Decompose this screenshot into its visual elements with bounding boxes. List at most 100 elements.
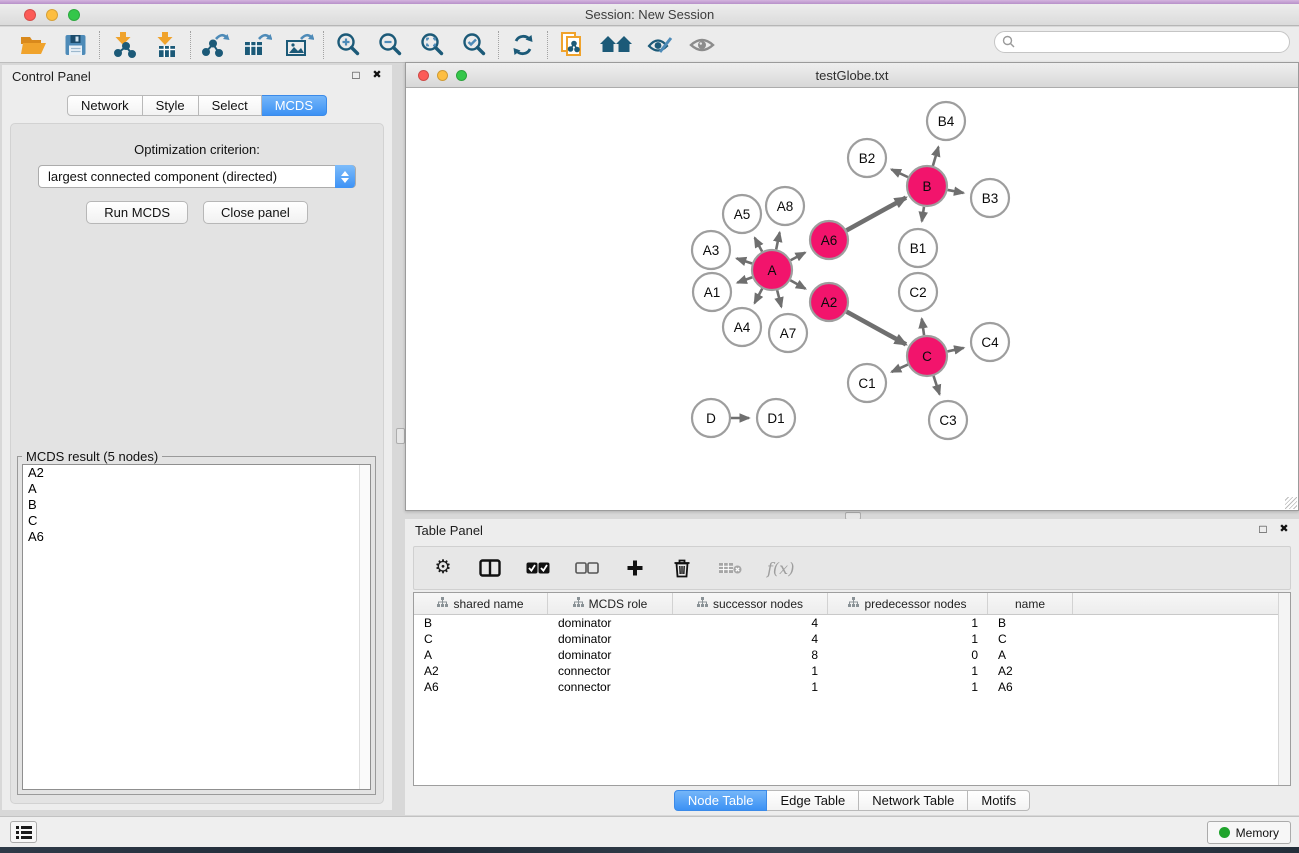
show-hide-graphics-details-button[interactable] [681,30,723,60]
deselect-all-columns-button[interactable] [575,556,599,580]
graph-edge-A-A4[interactable] [755,289,763,304]
save-session-button[interactable] [54,30,96,60]
cell-predecessor-nodes[interactable]: 1 [828,631,988,647]
graph-node-D1[interactable]: D1 [757,399,795,437]
delete-column-button[interactable] [671,556,693,580]
graph-edge-B-B3[interactable] [948,190,964,193]
tab-edge-table[interactable]: Edge Table [767,790,859,811]
refresh-layout-button[interactable] [502,30,544,60]
table-row[interactable]: Adominator80A [414,647,1290,663]
graph-edge-A-A1[interactable] [737,277,752,282]
cell-name[interactable]: C [988,631,1073,647]
close-table-panel-icon[interactable]: ✖ [1277,522,1291,536]
split-column-button[interactable] [479,556,501,580]
cell-name[interactable]: A2 [988,663,1073,679]
table-scrollbar[interactable] [1278,593,1290,785]
select-spinner-icon[interactable] [335,165,355,188]
show-task-history-button[interactable] [10,821,37,843]
graph-edge-A2-C[interactable] [847,312,906,345]
network-canvas[interactable]: AA1A3A5A8A4A7A6A2BB2B4B3B1CC2C4C1C3DD1 [406,89,1298,510]
cell-name[interactable]: B [988,615,1073,631]
column-header-successor-nodes[interactable]: successor nodes [673,593,828,614]
search-input[interactable] [994,31,1290,53]
table-row[interactable]: Bdominator41B [414,615,1290,631]
export-network-button[interactable] [194,30,236,60]
cell-successor-nodes[interactable]: 1 [673,663,828,679]
graph-node-A2[interactable]: A2 [810,283,848,321]
cell-MCDS-role[interactable]: connector [548,663,673,679]
table-settings-button[interactable]: ⚙ [432,556,454,580]
graph-node-B1[interactable]: B1 [899,229,937,267]
float-panel-icon[interactable]: □ [349,68,363,82]
graph-node-B2[interactable]: B2 [848,139,886,177]
graph-node-A6[interactable]: A6 [810,221,848,259]
graph-node-A[interactable]: A [752,250,792,290]
zoom-in-button[interactable] [327,30,369,60]
cell-shared-name[interactable]: A [414,647,548,663]
cell-predecessor-nodes[interactable]: 0 [828,647,988,663]
optimization-criterion-select[interactable]: largest connected component (directed) [38,165,356,188]
graph-node-B4[interactable]: B4 [927,102,965,140]
graph-node-B3[interactable]: B3 [971,179,1009,217]
import-network-button[interactable] [103,30,145,60]
graph-node-C2[interactable]: C2 [899,273,937,311]
zoom-out-button[interactable] [369,30,411,60]
graph-edge-B-B4[interactable] [933,147,939,166]
graph-edge-A-A7[interactable] [777,290,781,306]
graph-edge-C-C1[interactable] [892,365,908,372]
list-item[interactable]: A2 [23,465,370,481]
graph-edge-A-A5[interactable] [755,238,762,252]
tab-select[interactable]: Select [199,95,262,116]
cell-predecessor-nodes[interactable]: 1 [828,615,988,631]
cell-MCDS-role[interactable]: dominator [548,615,673,631]
column-header-predecessor-nodes[interactable]: predecessor nodes [828,593,988,614]
graph-node-C[interactable]: C [907,336,947,376]
memory-button[interactable]: Memory [1207,821,1291,844]
graph-node-A7[interactable]: A7 [769,314,807,352]
column-header-MCDS-role[interactable]: MCDS role [548,593,673,614]
graph-node-A5[interactable]: A5 [723,195,761,233]
cell-shared-name[interactable]: A2 [414,663,548,679]
graph-node-A1[interactable]: A1 [693,273,731,311]
graph-edge-A-A2[interactable] [790,280,805,289]
list-item[interactable]: A6 [23,529,370,545]
graph-node-A8[interactable]: A8 [766,187,804,225]
graph-edge-C-C4[interactable] [947,348,963,352]
tab-mcds[interactable]: MCDS [262,95,327,116]
column-header-shared-name[interactable]: shared name [414,593,548,614]
export-image-button[interactable] [278,30,320,60]
graph-edge-C-C3[interactable] [934,376,940,394]
tab-motifs[interactable]: Motifs [968,790,1030,811]
result-list-scrollbar[interactable] [359,465,370,789]
graph-edge-B-B1[interactable] [922,207,924,221]
graph-node-C1[interactable]: C1 [848,364,886,402]
graph-node-D[interactable]: D [692,399,730,437]
tab-style[interactable]: Style [143,95,199,116]
graph-edge-A-A3[interactable] [737,258,752,263]
graph-edge-B-B2[interactable] [891,169,908,177]
birds-eye-view-button[interactable] [593,30,639,60]
graph-node-C3[interactable]: C3 [929,401,967,439]
close-panel-button[interactable]: Close panel [203,201,308,224]
zoom-selected-button[interactable] [453,30,495,60]
cell-predecessor-nodes[interactable]: 1 [828,679,988,695]
cell-successor-nodes[interactable]: 8 [673,647,828,663]
tab-node-table[interactable]: Node Table [674,790,768,811]
import-table-button[interactable] [145,30,187,60]
cell-successor-nodes[interactable]: 4 [673,631,828,647]
network-window-titlebar[interactable]: testGlobe.txt [406,63,1298,88]
graph-edge-C-C2[interactable] [922,319,924,335]
close-panel-icon[interactable]: ✖ [370,68,384,82]
tab-network[interactable]: Network [67,95,143,116]
graph-node-B[interactable]: B [907,166,947,206]
add-column-button[interactable] [624,556,646,580]
horizontal-splitter-grip[interactable] [396,428,405,444]
run-mcds-button[interactable]: Run MCDS [86,201,188,224]
cell-shared-name[interactable]: A6 [414,679,548,695]
table-row[interactable]: A2connector11A2 [414,663,1290,679]
select-all-columns-button[interactable] [526,556,550,580]
network-graph[interactable]: AA1A3A5A8A4A7A6A2BB2B4B3B1CC2C4C1C3DD1 [406,89,1298,511]
graph-node-A3[interactable]: A3 [692,231,730,269]
cell-name[interactable]: A6 [988,679,1073,695]
clone-network-button[interactable] [551,30,593,60]
